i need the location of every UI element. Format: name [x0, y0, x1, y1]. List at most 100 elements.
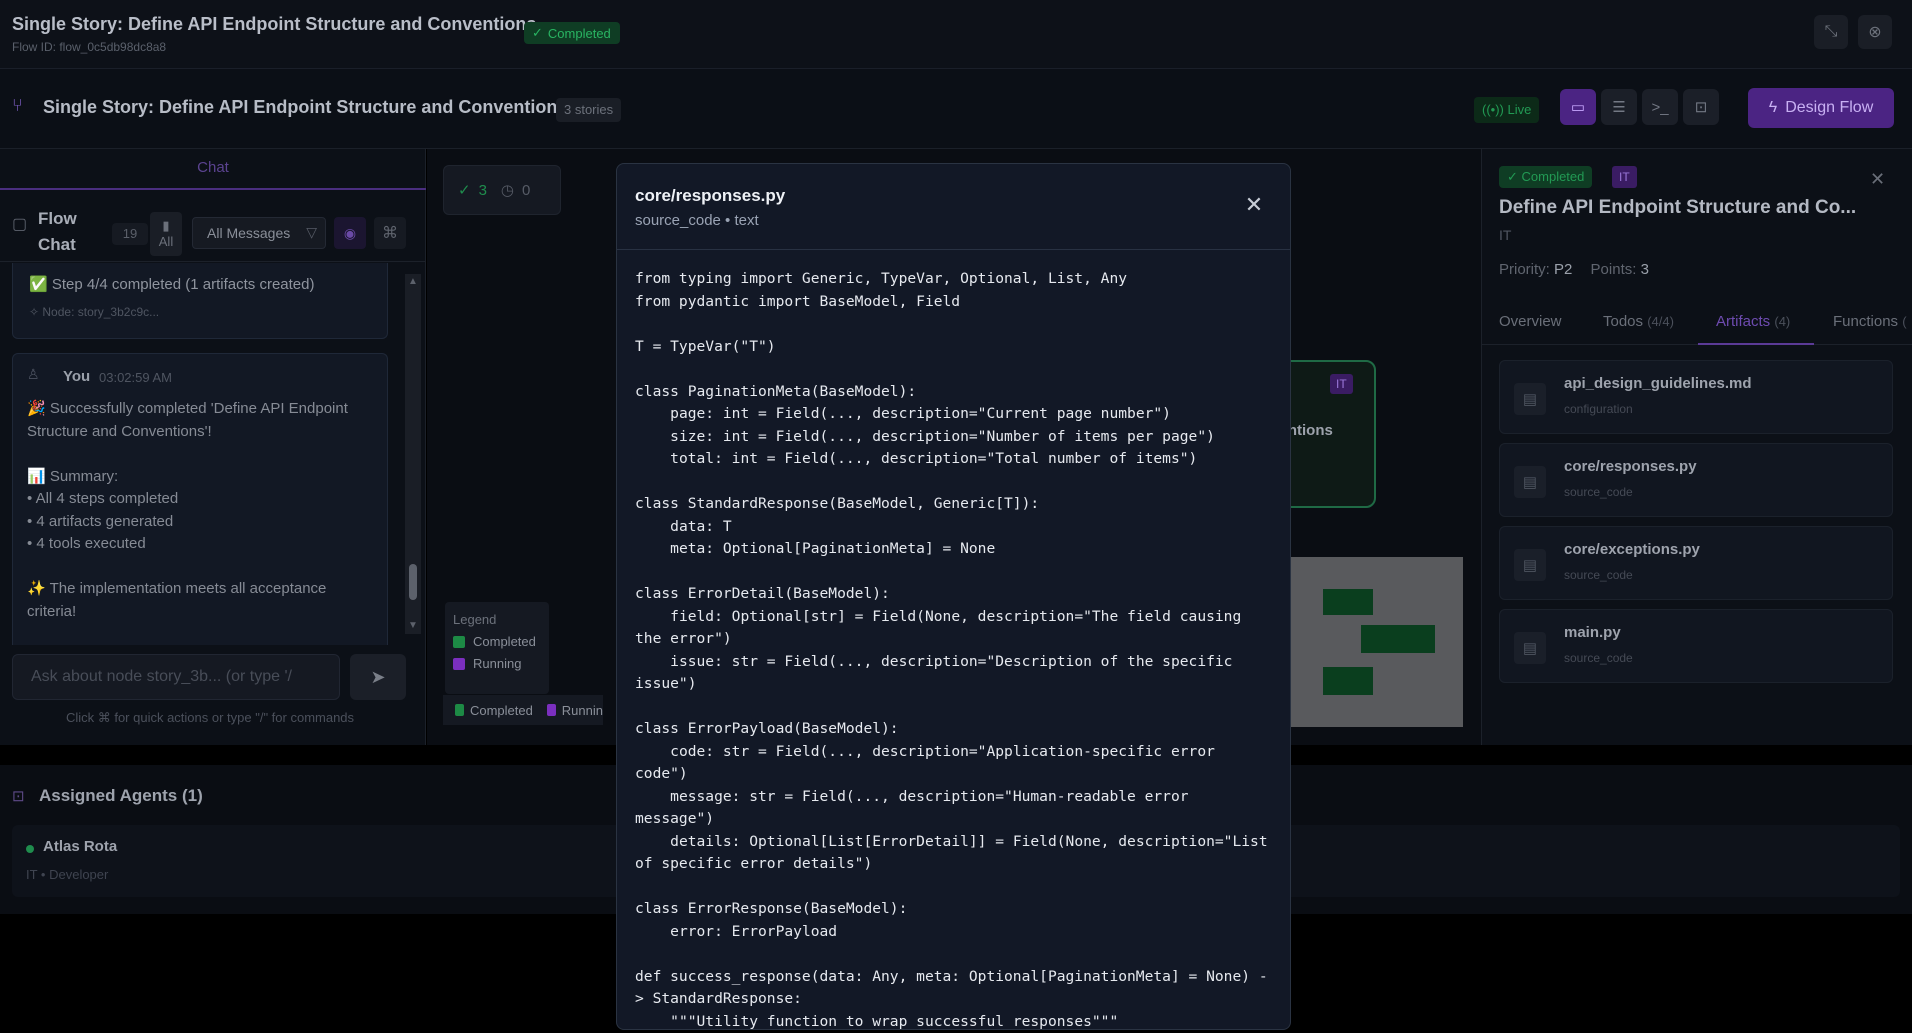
- artifact-item[interactable]: ▤ api_design_guidelines.md configuration: [1499, 360, 1893, 434]
- minimap-node: [1323, 589, 1373, 615]
- detail-tabs: Overview Todos (4/4) Artifacts (4) Funct…: [1482, 299, 1912, 345]
- file-icon: ▤: [1514, 632, 1546, 664]
- legend-swatch: [453, 636, 465, 648]
- user-icon: ♙: [27, 366, 40, 382]
- commands-button[interactable]: ⌘: [374, 217, 406, 249]
- legend-label: Running: [473, 656, 522, 671]
- artifact-modal: core/responses.py source_code • text ✕ f…: [616, 163, 1291, 1030]
- agent-name: Atlas Rota: [43, 838, 118, 855]
- window-header: Single Story: Define API Endpoint Struct…: [0, 0, 1912, 69]
- close-panel-button[interactable]: ✕: [1870, 169, 1885, 190]
- user-message: ♙ You 03:02:59 AM 🎉 Successfully complet…: [12, 353, 388, 645]
- artifact-kind: source_code: [1564, 485, 1633, 499]
- send-icon: ➤: [370, 666, 386, 687]
- chat-input[interactable]: Ask about node story_3b... (or type '/: [12, 654, 340, 700]
- scroll-thumb[interactable]: [409, 564, 417, 600]
- eye-icon: ◉: [343, 224, 357, 241]
- clipboard-icon: ▮: [162, 218, 170, 233]
- system-message: ✅ Step 4/4 completed (1 artifacts create…: [12, 263, 388, 339]
- clock-icon: ◷: [500, 182, 515, 199]
- step-message-text: ✅ Step 4/4 completed (1 artifacts create…: [29, 276, 315, 293]
- stories-count: 3 stories: [556, 98, 622, 122]
- agents-view-button[interactable]: ⊡: [1683, 89, 1719, 125]
- node-reference-label: Node: story_3b2c9c...: [42, 305, 160, 319]
- legend-bar: Completed Runnin: [443, 695, 603, 725]
- list-check-icon: ☰: [1612, 99, 1626, 116]
- tab-artifacts[interactable]: Artifacts (4): [1716, 313, 1790, 330]
- chat-panel: Chat ▢ Flow Chat 19 ▮ All All Messages ▽…: [0, 149, 426, 745]
- terminal-view-button[interactable]: >_: [1642, 89, 1678, 125]
- file-icon: ▤: [1514, 383, 1546, 415]
- minimize-button[interactable]: ⤡: [1814, 15, 1848, 49]
- minimap[interactable]: [1288, 557, 1463, 727]
- status-badge: ✓ Completed: [524, 22, 620, 44]
- message-body: 🎉 Successfully completed 'Define API End…: [27, 400, 348, 620]
- chat-title: Flow Chat: [38, 209, 77, 254]
- detail-status-label: Completed: [1521, 169, 1585, 184]
- chat-scrollbar[interactable]: ▲ ▼: [405, 274, 421, 634]
- legend-item: Running: [453, 653, 541, 675]
- artifact-name: api_design_guidelines.md: [1564, 375, 1752, 392]
- modal-close-button[interactable]: ✕: [1243, 194, 1265, 216]
- detail-status-badge: ✓ Completed: [1499, 166, 1593, 188]
- artifact-item[interactable]: ▤ core/responses.py source_code: [1499, 443, 1893, 517]
- visibility-toggle[interactable]: ◉: [334, 217, 366, 249]
- terminal-icon: >_: [1651, 98, 1669, 116]
- check-circle-icon: ✓: [458, 182, 471, 199]
- close-window-button[interactable]: ⊗: [1858, 15, 1892, 49]
- legend-item: Completed: [453, 631, 541, 653]
- tab-chat[interactable]: Chat: [0, 149, 426, 190]
- live-label: Live: [1507, 102, 1532, 117]
- legend-label: Completed: [473, 634, 536, 649]
- message-filter-value: All Messages: [207, 225, 291, 241]
- tab-overview[interactable]: Overview: [1499, 313, 1562, 330]
- pending-count: 0: [522, 181, 531, 199]
- message-filter-select[interactable]: All Messages ▽: [192, 217, 326, 249]
- tab-todos[interactable]: Todos (4/4): [1603, 313, 1674, 330]
- detail-meta: Priority: P2 Points: 3: [1499, 261, 1649, 278]
- close-icon: ✕: [1870, 169, 1886, 189]
- tab-count: (: [1902, 314, 1907, 329]
- tab-label: Todos: [1603, 313, 1644, 330]
- scroll-down-icon[interactable]: ▼: [408, 620, 418, 631]
- flow-id: Flow ID: flow_0c5db98dc8a8: [12, 40, 167, 54]
- filter-icon: ▽: [306, 224, 317, 240]
- branch-icon: ⑂: [12, 95, 23, 115]
- legend: Legend Completed Running: [445, 602, 549, 694]
- tab-functions[interactable]: Functions (: [1833, 313, 1907, 330]
- message-time: 03:02:59 AM: [99, 370, 172, 385]
- minimap-node: [1361, 625, 1435, 653]
- all-filter-button[interactable]: ▮ All: [150, 212, 182, 256]
- detail-subtitle: IT: [1499, 227, 1512, 243]
- detail-title: Define API Endpoint Structure and Co...: [1499, 197, 1857, 218]
- modal-header: core/responses.py source_code • text ✕: [617, 164, 1290, 250]
- priority-label: Priority:: [1499, 261, 1550, 278]
- artifact-item[interactable]: ▤ main.py source_code: [1499, 609, 1893, 683]
- node-icon: ✧: [29, 305, 43, 319]
- completed-count: 3: [478, 181, 487, 199]
- file-icon: ▤: [1514, 549, 1546, 581]
- artifact-item[interactable]: ▤ core/exceptions.py source_code: [1499, 526, 1893, 600]
- tasks-view-button[interactable]: ☰: [1601, 89, 1637, 125]
- command-icon: ⌘: [382, 225, 398, 242]
- send-button[interactable]: ➤: [350, 654, 406, 700]
- design-flow-button[interactable]: ϟ Design Flow: [1748, 88, 1894, 128]
- code-content: from typing import Generic, TypeVar, Opt…: [635, 270, 1268, 1030]
- design-flow-label: Design Flow: [1785, 99, 1874, 116]
- node-reference[interactable]: ✧ Node: story_3b2c9c...: [29, 305, 159, 319]
- scroll-up-icon[interactable]: ▲: [408, 276, 418, 287]
- tab-label: Overview: [1499, 313, 1562, 330]
- check-circle-icon: ✓: [1507, 169, 1522, 184]
- close-circle-icon: ⊗: [1868, 24, 1882, 41]
- tab-count: (4): [1774, 314, 1791, 329]
- flow-title: Single Story: Define API Endpoint Struct…: [43, 97, 568, 117]
- signal-icon: ((•)): [1482, 102, 1508, 117]
- minimap-node: [1323, 667, 1373, 695]
- chat-header: ▢ Flow Chat 19 ▮ All All Messages ▽ ◉ ⌘: [0, 190, 426, 262]
- artifact-kind: configuration: [1564, 402, 1633, 416]
- detail-panel: ✓ Completed IT ✕ Define API Endpoint Str…: [1481, 149, 1912, 745]
- check-circle-icon: ✓: [532, 25, 543, 40]
- artifact-name: core/responses.py: [1564, 458, 1697, 475]
- modal-title: core/responses.py: [635, 186, 786, 205]
- chat-view-button[interactable]: ▭: [1560, 89, 1596, 125]
